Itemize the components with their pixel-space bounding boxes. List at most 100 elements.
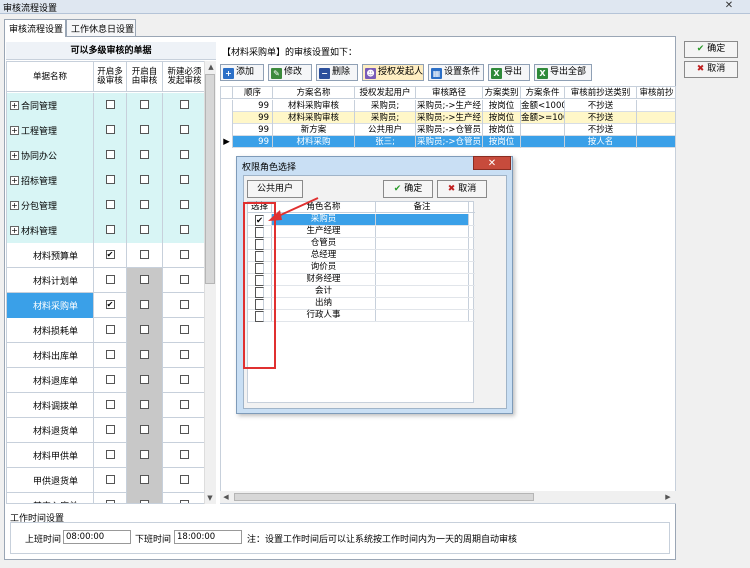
end-time-input[interactable]: 18:00:00	[174, 530, 242, 544]
tab-workflow[interactable]: 审核流程设置	[4, 19, 66, 37]
checkbox-cell[interactable]	[94, 368, 127, 393]
document-row[interactable]: 材料退货单	[7, 418, 207, 443]
left-scroll-thumb[interactable]	[205, 74, 215, 284]
role-row[interactable]: 询价员	[248, 262, 475, 274]
cancel-button[interactable]: ✖ 取消	[684, 61, 738, 78]
checkbox[interactable]	[140, 350, 149, 359]
checkbox[interactable]	[180, 175, 189, 184]
checkbox-cell[interactable]	[163, 143, 207, 168]
document-name-cell[interactable]: 材料损耗单	[7, 318, 94, 343]
checkbox-cell[interactable]	[94, 393, 127, 418]
role-row[interactable]: 财务经理	[248, 274, 475, 286]
checkbox[interactable]	[180, 500, 189, 503]
checkbox[interactable]	[140, 425, 149, 434]
checkbox[interactable]	[180, 250, 189, 259]
delete-button[interactable]: − 删除	[316, 64, 358, 81]
checkbox[interactable]	[180, 450, 189, 459]
checkbox[interactable]	[105, 450, 115, 459]
checkbox[interactable]	[140, 125, 149, 134]
checkbox-cell[interactable]	[127, 418, 163, 443]
checkbox[interactable]	[140, 225, 149, 234]
checkbox-cell[interactable]	[94, 468, 127, 493]
checkbox[interactable]	[180, 350, 189, 359]
checkbox[interactable]	[105, 400, 115, 409]
checkbox-cell[interactable]	[127, 93, 163, 118]
checkbox-cell[interactable]	[94, 493, 127, 503]
scheme-row[interactable]: 99 材料采购审核 采购员; 采购员;->生产经 按岗位 金额>=100 不抄送	[221, 112, 675, 124]
checkbox-cell[interactable]	[163, 493, 207, 503]
checkbox-cell[interactable]	[127, 468, 163, 493]
checkbox-cell[interactable]	[127, 343, 163, 368]
checkbox-cell[interactable]	[127, 168, 163, 193]
scroll-up-icon[interactable]: ▲	[205, 61, 217, 73]
document-name-cell[interactable]: + 分包管理	[7, 193, 94, 218]
checkbox[interactable]	[105, 175, 115, 184]
expand-icon[interactable]: +	[10, 226, 19, 235]
checkbox[interactable]: ✔	[105, 300, 115, 309]
document-name-cell[interactable]: + 材料管理	[7, 218, 94, 243]
checkbox-cell[interactable]	[94, 268, 127, 293]
checkbox[interactable]	[140, 275, 149, 284]
document-name-cell[interactable]: 其它入库单	[7, 493, 94, 503]
export-all-button[interactable]: X 导出全部	[534, 64, 592, 81]
document-name-cell[interactable]: + 工程管理	[7, 118, 94, 143]
checkbox-cell[interactable]	[94, 318, 127, 343]
checkbox-cell[interactable]	[127, 193, 163, 218]
checkbox-cell[interactable]	[127, 268, 163, 293]
checkbox[interactable]	[105, 350, 115, 359]
add-button[interactable]: + 添加	[220, 64, 264, 81]
document-row[interactable]: + 分包管理	[7, 193, 207, 218]
checkbox[interactable]: ✔	[105, 250, 115, 259]
document-name-cell[interactable]: 材料甲供单	[7, 443, 94, 468]
start-time-input[interactable]: 08:00:00	[63, 530, 131, 544]
checkbox-cell[interactable]	[127, 443, 163, 468]
checkbox-cell[interactable]	[163, 268, 207, 293]
scheme-row[interactable]: 99 新方案 公共用户 采购员;->仓管员 按岗位 不抄送	[221, 124, 675, 136]
checkbox[interactable]	[180, 475, 189, 484]
checkbox[interactable]	[105, 325, 115, 334]
expand-icon[interactable]: +	[10, 126, 19, 135]
checkbox-cell[interactable]	[163, 293, 207, 318]
checkbox-cell[interactable]	[94, 343, 127, 368]
checkbox-cell[interactable]	[127, 293, 163, 318]
window-close-button[interactable]: ✕	[716, 0, 742, 12]
checkbox[interactable]	[140, 400, 149, 409]
ok-button[interactable]: ✔ 确定	[684, 41, 738, 58]
expand-icon[interactable]: +	[10, 201, 19, 210]
checkbox-cell[interactable]	[94, 143, 127, 168]
tab-workday[interactable]: 工作休息日设置	[66, 19, 136, 36]
checkbox-cell[interactable]	[163, 318, 207, 343]
checkbox[interactable]	[140, 300, 149, 309]
document-name-cell[interactable]: 甲供退货单	[7, 468, 94, 493]
checkbox[interactable]	[140, 100, 149, 109]
dialog-close-button[interactable]: ✕	[473, 156, 511, 170]
set-condition-button[interactable]: ▦ 设置条件	[428, 64, 484, 81]
checkbox[interactable]	[180, 225, 189, 234]
checkbox-cell[interactable]	[163, 218, 207, 243]
checkbox-cell[interactable]	[163, 418, 207, 443]
document-row[interactable]: + 协同办公	[7, 143, 207, 168]
checkbox-cell[interactable]	[163, 118, 207, 143]
document-row[interactable]: 材料计划单	[7, 268, 207, 293]
checkbox-cell[interactable]	[163, 93, 207, 118]
checkbox-cell[interactable]	[163, 243, 207, 268]
checkbox[interactable]	[140, 150, 149, 159]
right-scroll-thumb[interactable]	[234, 493, 534, 501]
checkbox[interactable]	[140, 375, 149, 384]
role-row[interactable]: 出纳	[248, 298, 475, 310]
checkbox[interactable]	[105, 425, 115, 434]
checkbox[interactable]	[140, 475, 149, 484]
checkbox-cell[interactable]	[163, 468, 207, 493]
checkbox-cell[interactable]	[127, 368, 163, 393]
scheme-row[interactable]: 99 材料采购审核 采购员; 采购员;->生产经 按岗位 金额<1000 不抄送	[221, 100, 675, 112]
document-name-cell[interactable]: 材料计划单	[7, 268, 94, 293]
document-row[interactable]: + 合同管理	[7, 93, 207, 118]
document-row[interactable]: 材料采购单 ✔	[7, 293, 207, 318]
document-row[interactable]: 甲供退货单	[7, 468, 207, 493]
document-name-cell[interactable]: + 合同管理	[7, 93, 94, 118]
scroll-down-icon[interactable]: ▼	[204, 492, 216, 504]
checkbox[interactable]	[105, 150, 115, 159]
checkbox-cell[interactable]	[127, 393, 163, 418]
expand-icon[interactable]: +	[10, 151, 19, 160]
checkbox-cell[interactable]	[127, 143, 163, 168]
